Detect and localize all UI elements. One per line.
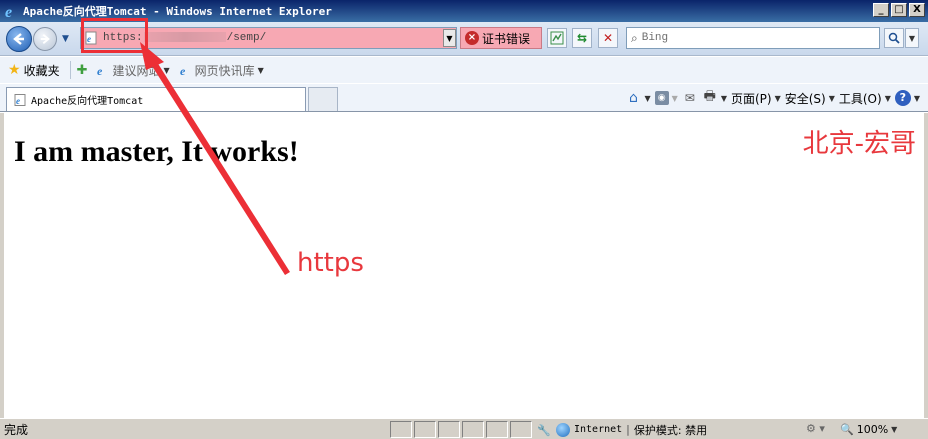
svg-text:e: e <box>16 96 20 106</box>
internet-globe-icon <box>556 422 570 437</box>
page-menu-label: 页面(P) <box>730 91 772 106</box>
chevron-down-icon: ▼ <box>720 93 727 103</box>
safety-menu[interactable]: 安全(S) ▼ <box>785 90 835 107</box>
stop-icon[interactable]: ✕ <box>598 28 618 48</box>
chevron-down-icon: ▼ <box>644 93 651 103</box>
tab-active[interactable]: e Apache反向代理Tomcat <box>6 87 306 111</box>
zoom-magnifier-icon: 🔍 <box>840 423 854 436</box>
printer-icon: 🖶 <box>703 89 716 104</box>
add-to-favorites-icon[interactable]: ✚ <box>77 63 88 78</box>
favorites-divider <box>69 61 71 79</box>
svg-text:e: e <box>5 4 12 19</box>
mail-button[interactable]: ✉ <box>682 90 698 106</box>
status-text: 完成 <box>4 422 29 437</box>
certificate-error-label: 证书错误 <box>482 31 531 46</box>
author-watermark: 北京-宏哥 <box>802 129 916 159</box>
forward-arrow-icon <box>40 33 50 45</box>
zone-separator: | <box>626 423 630 436</box>
tab-title: Apache反向代理Tomcat <box>31 96 144 107</box>
back-button[interactable] <box>6 26 32 52</box>
chevron-down-icon: ▼ <box>671 93 678 103</box>
home-button[interactable]: ⌂ ▼ <box>626 90 651 106</box>
ie-page-icon: e <box>95 63 109 77</box>
suggested-sites-label: 建议网站 <box>112 63 161 78</box>
chevron-down-icon: ▼ <box>891 425 898 434</box>
mail-icon: ✉ <box>684 91 695 105</box>
shield-error-icon: × <box>465 31 479 45</box>
refresh-icon[interactable]: ⇆ <box>572 28 592 48</box>
home-icon: ⌂ <box>629 90 638 106</box>
change-status-icon[interactable]: ⚙ ▾ <box>806 422 825 435</box>
svg-text:e: e <box>97 64 103 76</box>
chevron-down-icon: ▼ <box>774 93 781 103</box>
zoom-control[interactable]: 🔍 100% ▼ <box>840 421 897 438</box>
search-input[interactable]: ⌕ Bing <box>626 27 880 49</box>
recent-pages-dropdown-icon[interactable]: ▼ <box>62 34 69 44</box>
ie-logo-icon: e <box>3 2 21 20</box>
redacted-url-segment <box>143 32 226 43</box>
search-options-dropdown-icon[interactable]: ▼ <box>905 28 919 48</box>
search-engine-icon: ⌕ <box>631 30 638 45</box>
chevron-down-icon: ▼ <box>828 93 835 103</box>
command-bar: ⌂ ▼ ◉ ▼ ✉ 🖶 ▼ 页面(P) ▼ 安全(S) ▼ 工具(O) ▼ ? ▼ <box>626 88 920 108</box>
suggested-sites-link[interactable]: e 建议网站 ▼ <box>95 62 169 79</box>
ie-page-icon: e <box>13 93 27 107</box>
certificate-error-button[interactable]: × 证书错误 <box>460 27 542 49</box>
ie-page-icon: e <box>178 63 192 77</box>
favorites-label: 收藏夹 <box>23 63 60 78</box>
new-tab-button[interactable] <box>308 87 338 111</box>
help-icon: ? <box>894 90 911 106</box>
security-report-icon[interactable]: 🔧 <box>536 422 552 438</box>
help-button[interactable]: ? ▼ <box>894 90 920 106</box>
annotation-label: https <box>297 248 364 278</box>
tab-bar: e Apache反向代理Tomcat ⌂ ▼ ◉ ▼ ✉ 🖶 ▼ 页面(P) ▼ 安全(… <box>0 84 928 112</box>
minimize-button[interactable]: _ <box>873 3 889 17</box>
favorites-bar: ★ 收藏夹 ✚ e 建议网站 ▼ e 网页快讯库 ▼ <box>0 57 928 83</box>
zone-name: Internet <box>574 424 623 435</box>
safety-menu-label: 安全(S) <box>784 91 826 106</box>
status-bar: 完成 🔧 Internet | 保护模式: 禁用 ⚙ ▾ 🔍 100% ▼ <box>0 418 928 439</box>
maximize-button[interactable]: □ <box>891 3 907 17</box>
status-pane <box>414 421 436 438</box>
print-button[interactable]: 🖶 ▼ <box>702 89 727 106</box>
forward-button[interactable] <box>33 27 57 51</box>
back-arrow-icon <box>13 33 24 45</box>
compatibility-view-icon[interactable] <box>547 28 567 48</box>
search-placeholder: Bing <box>641 32 669 44</box>
page-content: I am master, It works! 北京-宏哥 https <box>0 113 928 418</box>
status-pane <box>438 421 460 438</box>
status-pane <box>486 421 508 438</box>
feeds-button[interactable]: ◉ ▼ <box>654 91 678 105</box>
page-menu[interactable]: 页面(P) ▼ <box>731 90 781 107</box>
tools-menu[interactable]: 工具(O) ▼ <box>839 90 891 107</box>
svg-text:e: e <box>180 64 186 76</box>
security-zone[interactable]: Internet | 保护模式: 禁用 <box>556 421 707 438</box>
favorites-button[interactable]: ★ 收藏夹 <box>8 62 60 79</box>
window-title: Apache反向代理Tomcat - Windows Internet Expl… <box>23 5 332 18</box>
chevron-down-icon: ▼ <box>913 93 920 103</box>
annotation-highlight-box <box>81 18 148 53</box>
page-heading: I am master, It works! <box>14 135 299 168</box>
web-slice-gallery-label: 网页快讯库 <box>194 63 255 78</box>
rss-feed-icon: ◉ <box>654 91 669 105</box>
status-pane <box>510 421 532 438</box>
status-pane <box>390 421 412 438</box>
web-slice-gallery-link[interactable]: e 网页快讯库 ▼ <box>178 62 264 79</box>
zoom-level: 100% <box>856 423 889 436</box>
url-suffix: /semp/ <box>226 32 267 44</box>
status-pane <box>462 421 484 438</box>
address-dropdown-icon[interactable]: ▼ <box>443 29 456 47</box>
search-icon[interactable] <box>884 28 904 48</box>
favorites-star-icon: ★ <box>8 62 21 78</box>
close-button[interactable]: X <box>909 3 925 17</box>
chevron-down-icon: ▼ <box>884 93 891 103</box>
protected-mode-status: 保护模式: 禁用 <box>633 423 708 437</box>
chevron-down-icon: ▼ <box>163 65 170 75</box>
tools-menu-label: 工具(O) <box>838 91 882 106</box>
chevron-down-icon: ▼ <box>257 65 264 75</box>
